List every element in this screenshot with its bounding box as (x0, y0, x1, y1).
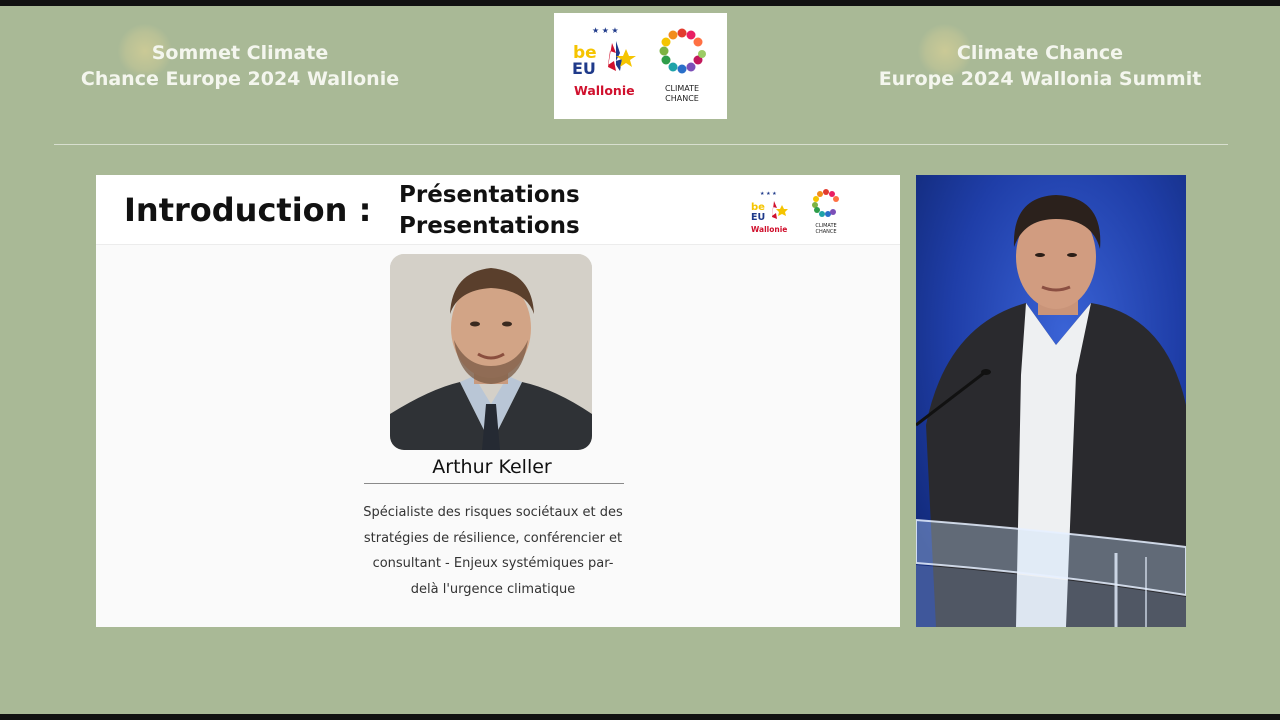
header-title-en-line2: Europe 2024 Wallonia Summit (878, 68, 1202, 90)
portrait-illustration (390, 254, 592, 450)
svg-text:★ ★ ★: ★ ★ ★ (592, 26, 619, 35)
slide-intro-label: Introduction : (124, 191, 372, 229)
climate-chance-logo: CLIMATE CHANCE (659, 28, 706, 103)
svg-text:Wallonie: Wallonie (574, 83, 635, 98)
speaker-bio-line: stratégies de résilience, conférencier e… (363, 530, 623, 546)
speaker-portrait (390, 254, 592, 450)
speaker-bio-line: delà l'urgence climatique (410, 581, 576, 597)
presentations-en: Presentations (399, 213, 580, 239)
slide-climate-chance-logo: CLIMATE CHANCE (812, 189, 839, 235)
header-divider (54, 144, 1228, 145)
header-title-en: Climate Chance Europe 2024 Wallonia Summ… (830, 40, 1250, 92)
header-title-en-line1: Climate Chance (956, 42, 1124, 64)
svg-text:EU: EU (572, 59, 596, 78)
svg-text:EU: EU (751, 212, 765, 223)
be-eu-logo: ★ ★ ★ be EU Wallonie (572, 26, 636, 98)
header-title-fr: Sommet Climate Chance Europe 2024 Wallon… (30, 40, 450, 92)
svg-text:★ ★ ★: ★ ★ ★ (760, 191, 777, 197)
rooster-icon (608, 43, 616, 71)
speaker-name: Arthur Keller (432, 456, 552, 478)
svg-text:CHANCE: CHANCE (665, 94, 699, 103)
live-speaker-camera (916, 175, 1186, 627)
slide-presentations-heading: Présentations Presentations (399, 180, 580, 242)
camera-illustration (916, 175, 1186, 627)
slide-header: Introduction : Présentations Presentatio… (96, 175, 900, 245)
speaker-bio-line: Spécialiste des risques sociétaux et des (363, 505, 623, 520)
header-logo-card: ★ ★ ★ be EU Wallonie CLIMATE CHANCE (554, 13, 727, 119)
video-frame: Sommet Climate Chance Europe 2024 Wallon… (0, 6, 1280, 714)
logo-group: ★ ★ ★ be EU Wallonie CLIMATE CHANCE (572, 26, 706, 103)
svg-text:Wallonie: Wallonie (751, 225, 787, 234)
slide-logos: ★ ★ ★ be EU Wallonie CLIMATE CHANCE (751, 189, 839, 235)
speaker-name-rule (364, 483, 624, 484)
header-title-fr-line1: Sommet Climate (151, 42, 329, 64)
speaker-bio-line: consultant - Enjeux systémiques par- (372, 556, 614, 571)
speaker-bio: Spécialiste des risques sociétaux et des… (358, 500, 628, 602)
svg-text:CLIMATE: CLIMATE (665, 84, 699, 93)
bottom-letterbox (0, 714, 1280, 720)
header-title-fr-line2: Chance Europe 2024 Wallonie (80, 68, 400, 90)
presentation-slide: Introduction : Présentations Presentatio… (96, 175, 900, 627)
svg-text:CHANCE: CHANCE (815, 229, 836, 235)
presentations-fr: Présentations (399, 182, 580, 208)
slide-be-eu-logo: ★ ★ ★ be EU Wallonie (751, 191, 788, 234)
